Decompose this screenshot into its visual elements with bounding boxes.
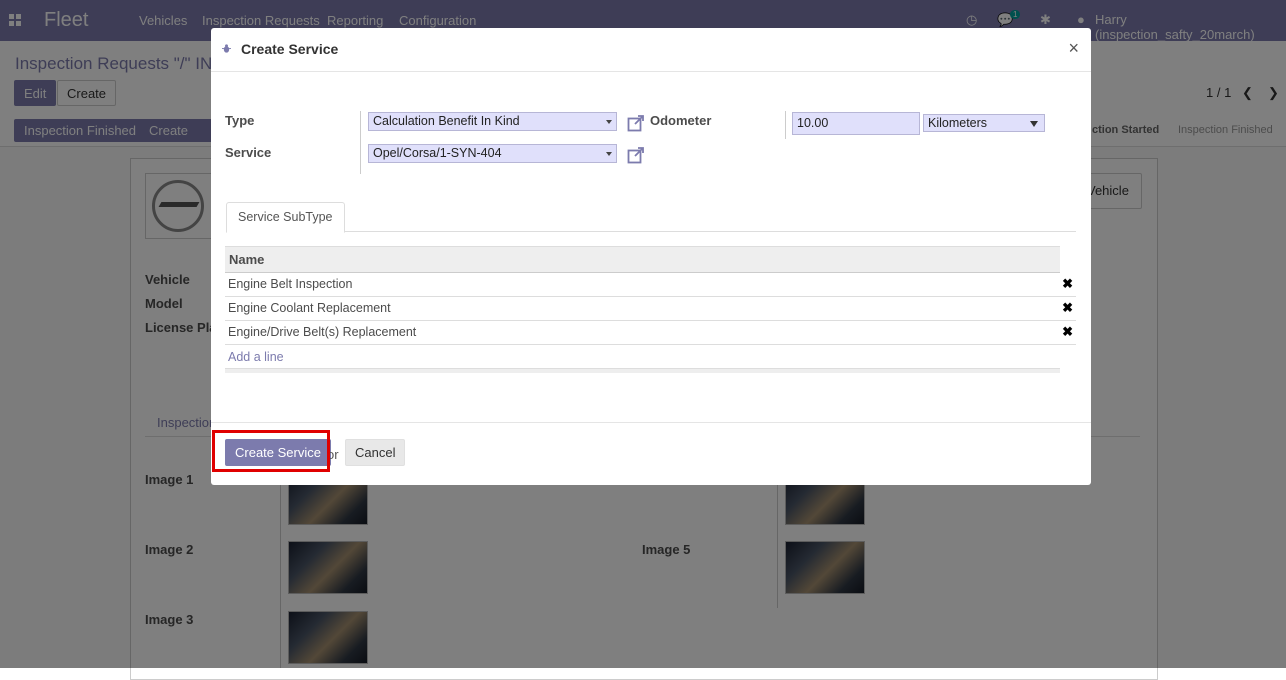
table-header: Name: [225, 246, 1060, 273]
odometer-input[interactable]: 10.00: [792, 112, 920, 135]
tab-service-subtype[interactable]: Service SubType: [226, 202, 345, 233]
dialog-title: Create Service: [241, 41, 339, 57]
odometer-unit-select[interactable]: Kilometers: [923, 114, 1045, 132]
service-select[interactable]: Opel/Corsa/1-SYN-404: [368, 144, 617, 163]
type-select[interactable]: Calculation Benefit In Kind: [368, 112, 617, 131]
dialog-header: Create Service ×: [211, 28, 1091, 72]
add-line-link[interactable]: Add a line: [228, 350, 284, 364]
delete-icon[interactable]: ✖: [1062, 324, 1073, 340]
external-link-icon[interactable]: [627, 146, 645, 164]
cancel-button[interactable]: Cancel: [345, 439, 406, 466]
table-row[interactable]: Engine Coolant Replacement ✖: [225, 296, 1076, 321]
type-value: Calculation Benefit In Kind: [373, 114, 520, 128]
odometer-unit-value: Kilometers: [928, 116, 988, 130]
column-name-header[interactable]: Name: [229, 252, 264, 267]
odometer-value: 10.00: [797, 116, 829, 130]
chevron-down-icon: [606, 152, 612, 156]
close-icon[interactable]: ×: [1068, 38, 1079, 59]
external-link-icon[interactable]: [627, 114, 645, 132]
label-divider: [360, 111, 361, 174]
row-name: Engine/Drive Belt(s) Replacement: [228, 325, 417, 339]
highlight-box: [212, 430, 330, 472]
tab-divider: [226, 231, 1076, 232]
service-value: Opel/Corsa/1-SYN-404: [373, 146, 502, 160]
row-name: Engine Belt Inspection: [228, 277, 353, 291]
row-name: Engine Coolant Replacement: [228, 301, 391, 315]
service-label: Service: [225, 145, 272, 160]
label-divider: [785, 111, 786, 139]
delete-icon[interactable]: ✖: [1062, 276, 1073, 292]
create-service-dialog: Create Service × Type Service Calculatio…: [211, 28, 1091, 485]
chevron-down-icon: [606, 120, 612, 124]
table-row[interactable]: Engine Belt Inspection ✖: [225, 272, 1076, 297]
bug-icon: [222, 44, 231, 53]
chevron-down-icon: [1030, 121, 1038, 127]
table-footer: [225, 368, 1060, 373]
type-label: Type: [225, 113, 255, 128]
odometer-label: Odometer: [650, 113, 712, 128]
table-row[interactable]: Engine/Drive Belt(s) Replacement ✖: [225, 320, 1076, 345]
dialog-footer: Create Service or Cancel: [211, 422, 1091, 486]
delete-icon[interactable]: ✖: [1062, 300, 1073, 316]
